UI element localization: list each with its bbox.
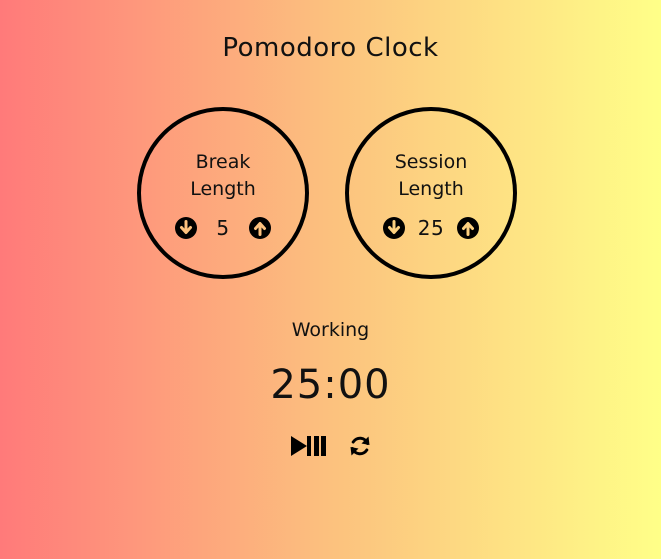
arrow-circle-down-icon xyxy=(383,217,405,239)
app-title: Pomodoro Clock xyxy=(222,33,439,63)
break-length-value: 5 xyxy=(216,216,230,240)
session-length-panel: Session Length 25 xyxy=(345,107,517,279)
refresh-icon xyxy=(350,436,369,456)
arrow-circle-up-icon xyxy=(249,217,271,239)
session-length-label: Session Length xyxy=(394,151,468,200)
break-decrement-button[interactable] xyxy=(175,217,197,239)
timer-controls xyxy=(0,434,661,458)
arrow-circle-down-icon xyxy=(175,217,197,239)
play-pause-button[interactable] xyxy=(290,434,328,458)
arrow-circle-up-icon xyxy=(457,217,479,239)
timer-status-label: Working xyxy=(291,319,370,341)
break-length-label: Break Length xyxy=(190,151,256,200)
reset-button[interactable] xyxy=(348,434,372,458)
break-length-controls: 5 xyxy=(141,215,305,241)
session-length-value: 25 xyxy=(417,216,445,240)
timer-display: 25:00 xyxy=(270,362,391,408)
break-increment-button[interactable] xyxy=(249,217,271,239)
play-pause-icon xyxy=(290,436,326,456)
break-length-panel: Break Length 5 xyxy=(137,107,309,279)
session-decrement-button[interactable] xyxy=(383,217,405,239)
session-increment-button[interactable] xyxy=(457,217,479,239)
session-length-controls: 25 xyxy=(349,215,513,241)
